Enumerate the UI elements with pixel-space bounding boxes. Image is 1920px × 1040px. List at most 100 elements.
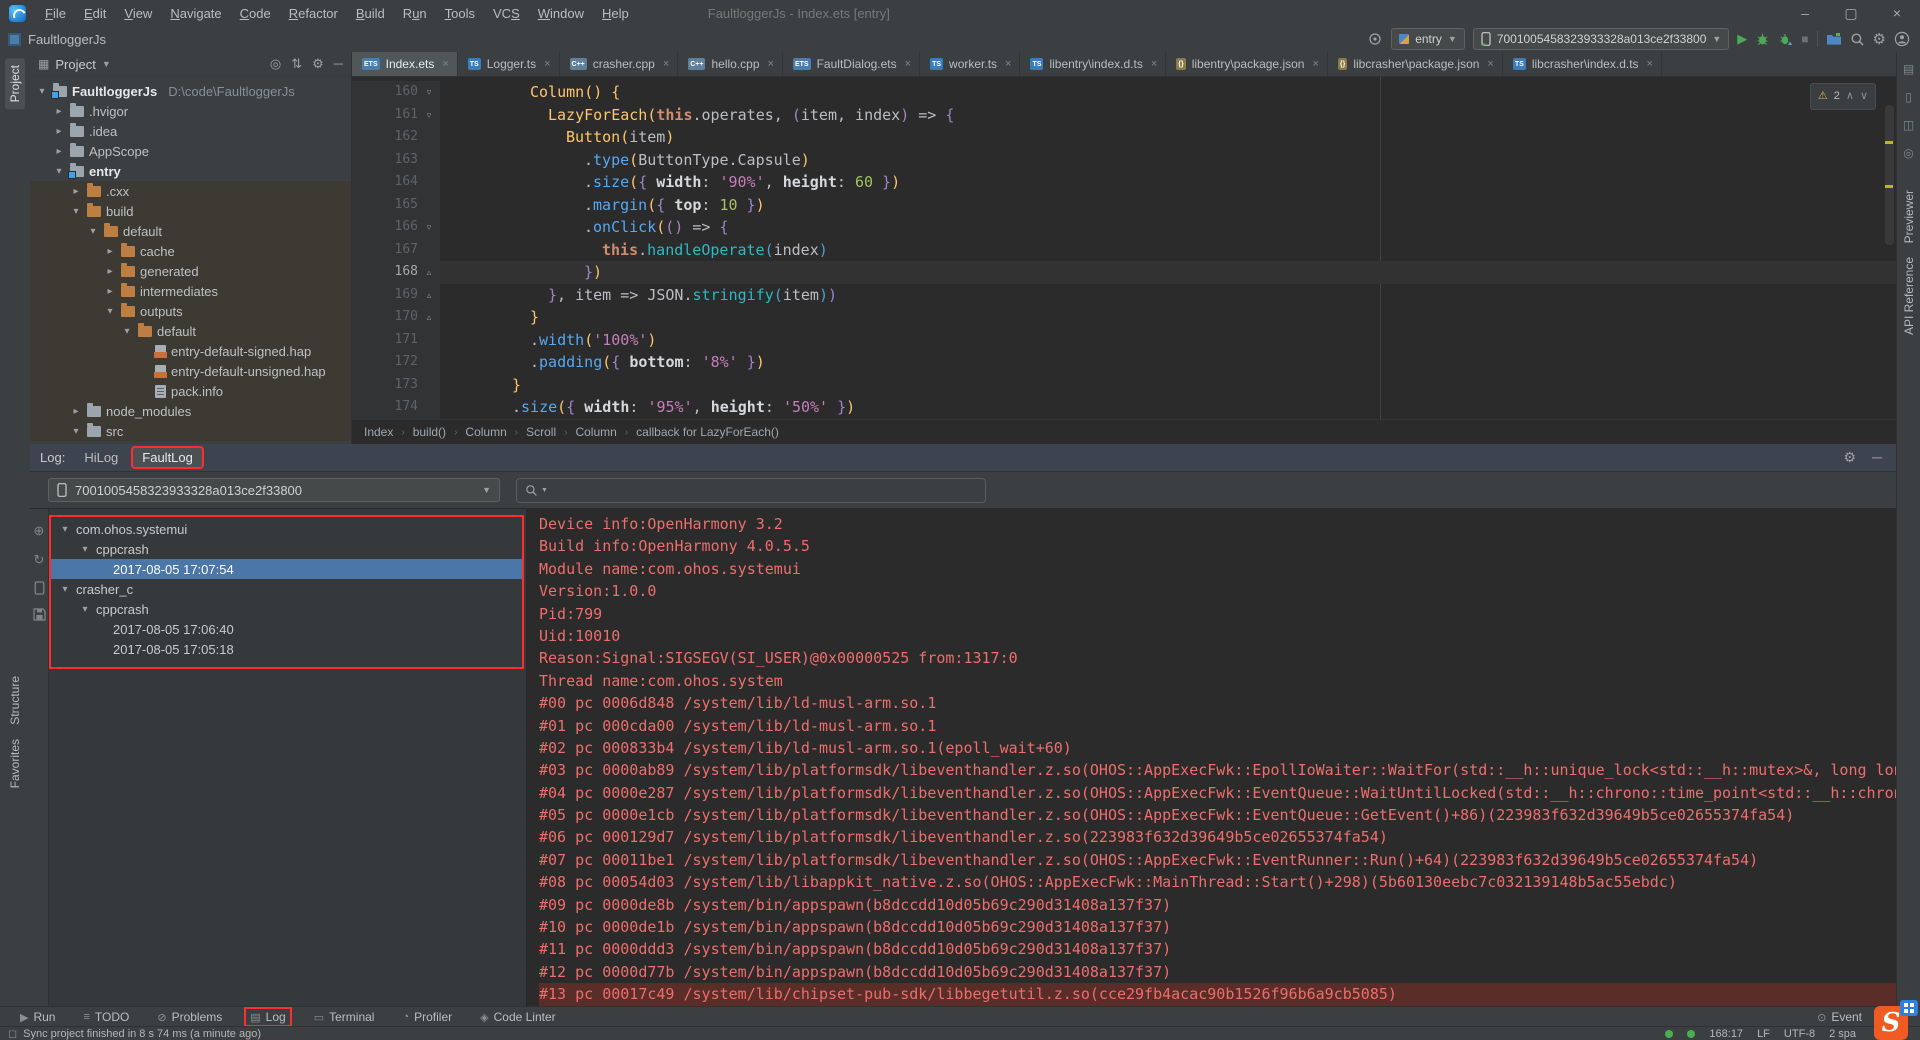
module-selector[interactable]: entry ▼ <box>1391 28 1465 50</box>
chevron-down-icon[interactable]: ▾ <box>79 604 91 615</box>
close-icon[interactable]: × <box>1312 58 1318 70</box>
project-breadcrumb[interactable]: FaultloggerJs <box>28 32 106 47</box>
editor-tab-libentry-index-d-ts[interactable]: TSlibentry\index.d.ts× <box>1020 52 1166 76</box>
tree-row[interactable]: ▾default <box>30 221 351 241</box>
chevron-down-icon[interactable]: ▾ <box>59 584 71 595</box>
tree-row[interactable]: ▸AppScope <box>30 141 351 161</box>
tree-row[interactable]: ▾build <box>30 201 351 221</box>
chevron-right-icon[interactable]: ▸ <box>104 246 116 257</box>
tree-row[interactable]: ▸generated <box>30 261 351 281</box>
line-ending[interactable]: LF <box>1757 1028 1770 1040</box>
breadcrumb-item[interactable]: Column <box>465 425 506 439</box>
debug-button[interactable] <box>1755 32 1770 47</box>
chevron-right-icon[interactable]: ▸ <box>70 406 82 417</box>
breadcrumb-item[interactable]: callback for LazyForEach() <box>636 425 779 439</box>
code-line[interactable]: 169▵}, item => JSON.stringify(item)) <box>352 284 1896 307</box>
tree-row[interactable]: ▾default <box>30 321 351 341</box>
status-message[interactable]: Sync project finished in 8 s 74 ms (a mi… <box>23 1028 261 1040</box>
menu-item-tools[interactable]: Tools <box>436 6 484 21</box>
menu-item-build[interactable]: Build <box>347 6 394 21</box>
warning-stripe-mark[interactable] <box>1885 185 1893 188</box>
code-line[interactable]: 160▿Column() { <box>352 81 1896 104</box>
tree-row[interactable]: pack.info <box>30 381 351 401</box>
close-icon[interactable]: × <box>1487 58 1493 70</box>
fault-tree-row[interactable]: 2017-08-05 17:05:18 <box>51 639 522 659</box>
code-line[interactable]: 170▵} <box>352 306 1896 329</box>
tool-tab-project[interactable]: Project <box>5 58 25 109</box>
fold-down-icon[interactable]: ▿ <box>422 216 436 239</box>
chevron-down-icon[interactable]: ▾ <box>70 206 82 217</box>
log-tab-faultlog[interactable]: FaultLog <box>133 448 202 467</box>
code-line[interactable]: 163.type(ButtonType.Capsule) <box>352 149 1896 172</box>
save-icon[interactable] <box>33 608 46 621</box>
code-line[interactable]: 168▵}) <box>352 261 1896 284</box>
editor-tab-crasher-cpp[interactable]: C++crasher.cpp× <box>560 52 679 76</box>
chevron-down-icon[interactable]: ▾ <box>36 86 48 97</box>
refresh-icon[interactable]: ↻ <box>34 552 45 568</box>
editor-tab-libcrasher-package-json[interactable]: {}libcrasher\package.json× <box>1328 52 1503 76</box>
editor-tab-hello-cpp[interactable]: C++hello.cpp× <box>678 52 783 76</box>
fault-tree-row[interactable]: 2017-08-05 17:06:40 <box>51 619 522 639</box>
fold-up-icon[interactable]: ▵ <box>422 261 436 284</box>
code-line[interactable]: 162Button(item) <box>352 126 1896 149</box>
settings-gear-icon[interactable]: ⚙ <box>1873 32 1886 47</box>
maximize-button[interactable]: ▢ <box>1828 0 1874 26</box>
breadcrumb-item[interactable]: Index <box>364 425 393 439</box>
chevron-down-icon[interactable]: ▾ <box>79 544 91 555</box>
device-icon[interactable]: ▯ <box>1905 90 1912 104</box>
close-icon[interactable]: × <box>663 58 669 70</box>
close-button[interactable]: × <box>1874 0 1920 26</box>
tree-row[interactable]: ▾entry <box>30 161 351 181</box>
editor-tab-faultdialog-ets[interactable]: ETSFaultDialog.ets× <box>783 52 920 76</box>
breadcrumb-item[interactable]: build() <box>413 425 446 439</box>
locate-icon[interactable]: ◎ <box>270 56 281 72</box>
menu-item-file[interactable]: File <box>36 6 75 21</box>
editor-tab-libentry-package-json[interactable]: {}libentry\package.json× <box>1166 52 1328 76</box>
code-line[interactable]: 171.width('100%') <box>352 329 1896 352</box>
close-icon[interactable]: × <box>905 58 911 70</box>
chevron-down-icon[interactable]: ▾ <box>53 166 65 177</box>
chevron-down-icon[interactable]: ▾ <box>104 306 116 317</box>
fold-up-icon[interactable]: ▵ <box>422 306 436 329</box>
close-icon[interactable]: × <box>1151 58 1157 70</box>
indent-setting[interactable]: 2 spa <box>1829 1028 1856 1040</box>
tool-button-problems[interactable]: ⊘Problems <box>153 1009 226 1025</box>
minimize-icon[interactable]: ─ <box>1872 449 1882 466</box>
fold-down-icon[interactable]: ▿ <box>422 104 436 127</box>
code-line[interactable]: 166▿.onClick(() => { <box>352 216 1896 239</box>
code-line[interactable]: 164.size({ width: '90%', height: 60 }) <box>352 171 1896 194</box>
code-line[interactable]: 161▿LazyForEach(this.operates, (item, in… <box>352 104 1896 127</box>
log-tab-hilog[interactable]: HiLog <box>75 448 127 467</box>
menu-item-edit[interactable]: Edit <box>75 6 115 21</box>
tree-row[interactable]: ▸.idea <box>30 121 351 141</box>
tree-row[interactable]: entry-default-signed.hap <box>30 341 351 361</box>
tool-tab-api-reference[interactable]: API Reference <box>1902 257 1916 335</box>
inspection-widget[interactable]: ⚠ 2 ∧ ∨ <box>1810 83 1876 110</box>
code-line[interactable]: 172.padding({ bottom: '8%' }) <box>352 351 1896 374</box>
tree-row[interactable]: ▸cache <box>30 241 351 261</box>
editor-tab-logger-ts[interactable]: TSLogger.ts× <box>458 52 560 76</box>
target-icon[interactable]: ◎ <box>1903 146 1913 160</box>
chevron-down-icon[interactable]: ▾ <box>70 426 82 437</box>
stop-button[interactable]: ■ <box>1801 32 1808 46</box>
chevron-right-icon[interactable]: ▸ <box>104 266 116 277</box>
code-line[interactable]: 167this.handleOperate(index) <box>352 239 1896 262</box>
tree-row[interactable]: ▸node_modules <box>30 401 351 421</box>
run-button[interactable]: ▶ <box>1737 31 1747 47</box>
tool-button-log[interactable]: ▤Log <box>246 1009 289 1025</box>
fault-tree-row[interactable]: ▾com.ohos.systemui <box>51 519 522 539</box>
device-icon[interactable] <box>34 581 45 595</box>
fold-down-icon[interactable]: ▿ <box>422 81 436 104</box>
chevron-down-icon[interactable]: ▼ <box>102 59 111 69</box>
collapse-all-icon[interactable]: ⇅ <box>291 56 302 72</box>
menu-item-vcs[interactable]: VCS <box>484 6 529 21</box>
fault-tree-row[interactable]: ▾cppcrash <box>51 599 522 619</box>
code-editor[interactable]: 160▿Column() {161▿LazyForEach(this.opera… <box>352 77 1896 419</box>
search-everywhere-icon[interactable] <box>1850 32 1865 47</box>
close-icon[interactable]: × <box>544 58 550 70</box>
prev-issue-icon[interactable]: ∧ <box>1846 85 1854 108</box>
tree-row[interactable]: entry-default-unsigned.hap <box>30 361 351 381</box>
menu-item-navigate[interactable]: Navigate <box>161 6 230 21</box>
globe-icon[interactable]: ⊕ <box>34 523 45 539</box>
chevron-right-icon[interactable]: ▸ <box>53 146 65 157</box>
